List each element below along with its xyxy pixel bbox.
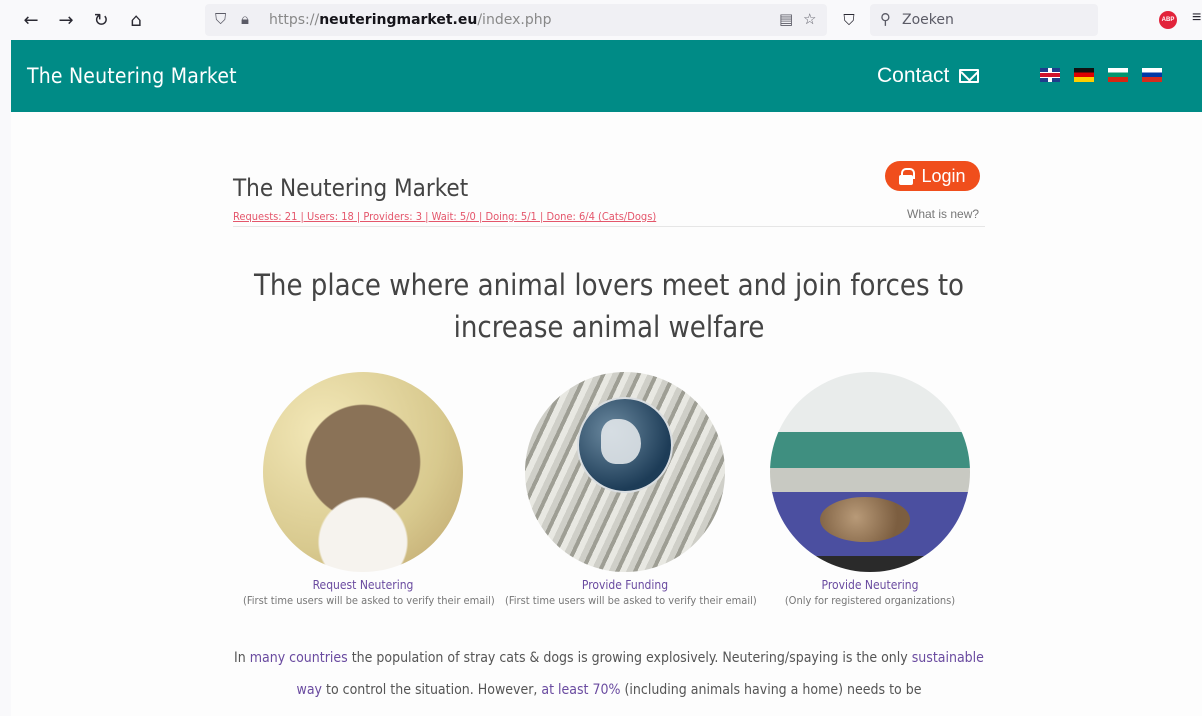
- search-placeholder: Zoeken: [902, 12, 954, 28]
- sleeping-cat-shape: [820, 497, 910, 542]
- paragraph-text: (including animals having a home) needs …: [620, 682, 922, 698]
- shield-icon[interactable]: ⛉: [215, 10, 226, 28]
- card-note: (First time users will be asked to verif…: [505, 594, 757, 607]
- card-request-neutering[interactable]: Request Neutering (First time users will…: [243, 372, 495, 607]
- home-icon[interactable]: ⌂: [125, 9, 147, 31]
- site-header: The Neutering Market Contact: [11, 40, 1202, 112]
- globe-money-image[interactable]: [525, 372, 725, 572]
- divider: [233, 226, 985, 227]
- menu-icon[interactable]: ≡: [1192, 9, 1201, 27]
- card-title[interactable]: Provide Funding: [505, 578, 745, 592]
- url-bar[interactable]: ⛉ 🔒︎ https://neuteringmarket.eu/index.ph…: [205, 4, 827, 36]
- login-button[interactable]: Login: [885, 161, 980, 191]
- card-title[interactable]: Request Neutering: [243, 578, 483, 592]
- paragraph-text: In: [234, 650, 250, 666]
- headline: The place where animal lovers meet and j…: [253, 268, 965, 344]
- globe-icon: [577, 397, 673, 493]
- pocket-icon[interactable]: ⛉: [838, 9, 860, 31]
- lock-icon: [899, 168, 916, 185]
- card-note: (First time users will be asked to verif…: [243, 594, 495, 607]
- contact-link[interactable]: Contact: [877, 64, 980, 88]
- intro-paragraph: In many countries the population of stra…: [233, 642, 985, 706]
- vet-surgery-image[interactable]: [770, 372, 970, 572]
- url-text[interactable]: https://neuteringmarket.eu/index.php: [269, 12, 551, 28]
- cat-image[interactable]: [263, 372, 463, 572]
- brand-link[interactable]: The Neutering Market: [27, 64, 237, 88]
- card-provide-neutering[interactable]: Provide Neutering (Only for registered o…: [750, 372, 990, 607]
- reload-icon[interactable]: ↻: [90, 9, 112, 31]
- flag-uk-icon[interactable]: [1040, 68, 1060, 82]
- paragraph-text: to control the situation. However,: [322, 682, 542, 698]
- reader-view-icon[interactable]: ▤: [779, 10, 793, 28]
- card-title[interactable]: Provide Neutering: [750, 578, 990, 592]
- lock-icon[interactable]: 🔒︎: [241, 10, 249, 28]
- search-icon: ⚲: [880, 10, 891, 28]
- card-note: (Only for registered organizations): [784, 594, 956, 607]
- page-content: The Neutering Market Requests: 21 | User…: [11, 112, 1202, 716]
- paragraph-text: the population of stray cats & dogs is g…: [347, 650, 912, 666]
- flag-ru-icon[interactable]: [1142, 68, 1162, 82]
- page-title: The Neutering Market: [233, 174, 469, 202]
- many-countries-link[interactable]: many countries: [250, 650, 348, 666]
- forward-arrow-icon[interactable]: →: [55, 9, 77, 31]
- login-label: Login: [921, 165, 966, 186]
- contact-label: Contact: [877, 64, 950, 87]
- at-least-link[interactable]: at least 70%: [541, 682, 620, 698]
- bookmark-star-icon[interactable]: ☆: [803, 10, 816, 28]
- browser-toolbar: ← → ↻ ⌂ ⛉ 🔒︎ https://neuteringmarket.eu/…: [0, 0, 1202, 40]
- search-bar[interactable]: ⚲ Zoeken: [870, 4, 1098, 36]
- stats-link[interactable]: Requests: 21 | Users: 18 | Providers: 3 …: [233, 210, 656, 223]
- adblock-icon[interactable]: ABP: [1159, 11, 1177, 29]
- whats-new-link[interactable]: What is new?: [907, 207, 979, 221]
- flag-de-icon[interactable]: [1074, 68, 1094, 82]
- card-provide-funding[interactable]: Provide Funding (First time users will b…: [505, 372, 757, 607]
- mail-icon: [959, 69, 980, 83]
- flag-bg-icon[interactable]: [1108, 68, 1128, 82]
- back-arrow-icon[interactable]: ←: [20, 9, 42, 31]
